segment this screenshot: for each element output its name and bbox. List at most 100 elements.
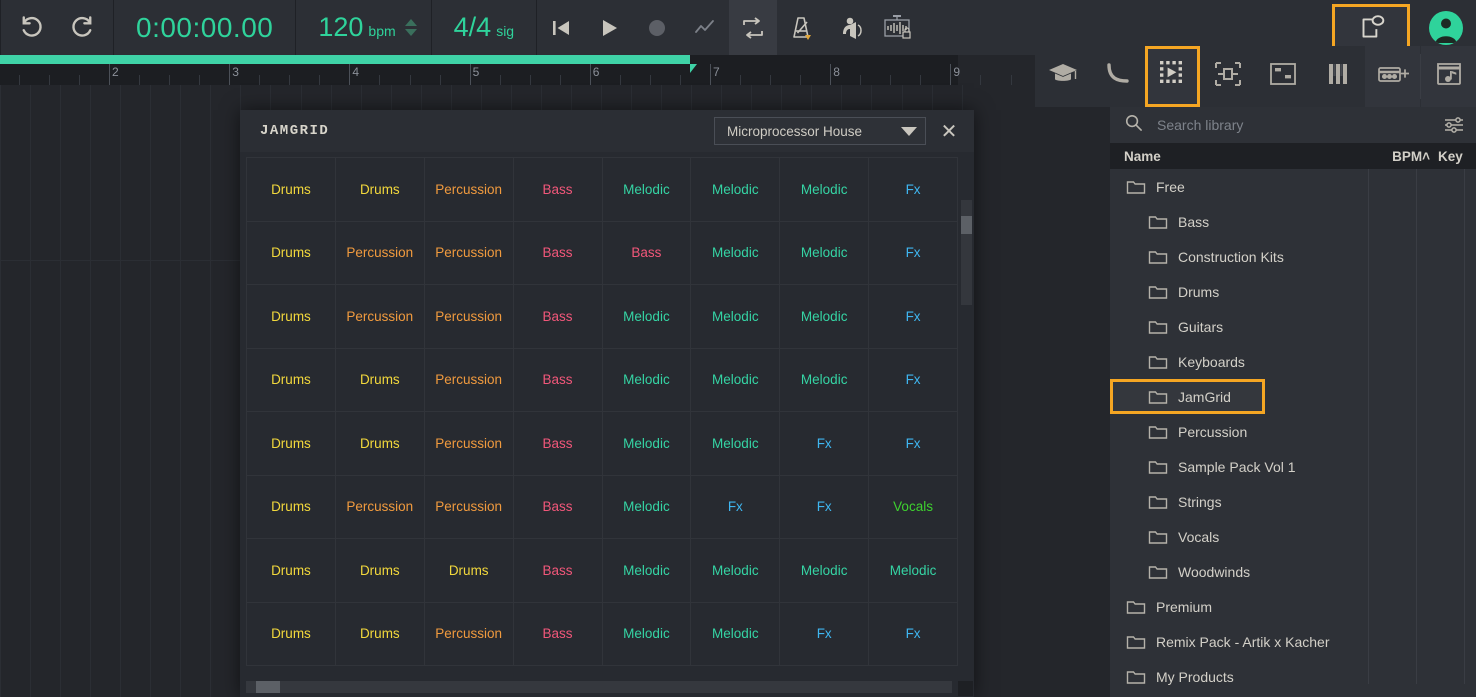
bpm-increase-icon[interactable] (404, 19, 417, 26)
bpm-decrease-icon[interactable] (404, 29, 417, 36)
jamgrid-cell[interactable]: Percussion (424, 221, 514, 285)
library-folder-row[interactable]: Drums (1110, 274, 1476, 309)
record-button[interactable] (633, 0, 681, 55)
library-folder-row[interactable]: Remix Pack - Artik x Kacher (1110, 624, 1476, 659)
bpm-control[interactable]: 120 bpm (296, 12, 430, 43)
sounds-button[interactable] (1421, 46, 1476, 107)
column-header-key[interactable]: Key (1430, 149, 1476, 164)
rewind-to-start-button[interactable] (537, 0, 585, 55)
jamgrid-cell[interactable]: Melodic (779, 538, 870, 603)
bpm-stepper[interactable] (404, 19, 417, 36)
jamgrid-cell[interactable]: Fx (690, 475, 781, 539)
jamgrid-cell[interactable]: Melodic (602, 411, 692, 476)
column-header-name[interactable]: Name (1110, 149, 1372, 164)
play-button[interactable] (585, 0, 633, 55)
library-folder-row[interactable]: Keyboards (1110, 344, 1476, 379)
share-project-button[interactable] (1332, 3, 1410, 52)
jamgrid-cell[interactable]: Drums (246, 538, 336, 603)
jamgrid-cell[interactable]: Bass (602, 221, 692, 285)
jamgrid-cell[interactable]: Drums (335, 411, 425, 476)
time-signature-control[interactable]: 4/4 sig (432, 12, 536, 43)
time-display[interactable]: 0:00:00.00 (114, 12, 295, 44)
jamgrid-cell[interactable]: Drums (246, 602, 336, 666)
snap-button[interactable] (873, 0, 921, 55)
jamgrid-cell[interactable]: Bass (513, 602, 603, 666)
jamgrid-cell[interactable]: Melodic (602, 475, 692, 539)
count-in-button[interactable] (825, 0, 873, 55)
jamgrid-vertical-scroll-thumb[interactable] (961, 216, 972, 234)
library-folder-row[interactable]: Guitars (1110, 309, 1476, 344)
jamgrid-cell[interactable]: Melodic (779, 221, 870, 285)
library-folder-row[interactable]: Strings (1110, 484, 1476, 519)
jamgrid-cell[interactable]: Melodic (690, 602, 781, 666)
jamgrid-cell[interactable]: Drums (246, 348, 336, 412)
library-folder-row[interactable]: Construction Kits (1110, 239, 1476, 274)
library-folder-row[interactable]: Premium (1110, 589, 1476, 624)
jamgrid-cell[interactable]: Melodic (602, 284, 692, 349)
jamgrid-cell[interactable]: Melodic (602, 602, 692, 666)
jamgrid-horizontal-scrollbar[interactable] (246, 681, 952, 693)
jamgrid-cell[interactable]: Melodic (779, 348, 870, 412)
jamgrid-cell[interactable]: Percussion (424, 348, 514, 412)
jamgrid-cell[interactable]: Drums (246, 284, 336, 349)
jamgrid-cell[interactable]: Percussion (424, 157, 514, 222)
jamgrid-cell[interactable]: Fx (868, 284, 958, 349)
jamgrid-cell[interactable]: Bass (513, 475, 603, 539)
jamgrid-cell[interactable]: Fx (868, 157, 958, 222)
jamgrid-cell[interactable]: Bass (513, 348, 603, 412)
jamgrid-button[interactable] (1145, 46, 1200, 107)
curve-tool-button[interactable] (1090, 46, 1145, 107)
automation-button[interactable] (681, 0, 729, 55)
jamgrid-cell[interactable]: Melodic (602, 538, 692, 603)
jamgrid-cell[interactable]: Melodic (602, 157, 692, 222)
jamgrid-cell[interactable]: Bass (513, 157, 603, 222)
keyboard-button[interactable] (1310, 46, 1365, 107)
jamgrid-cell[interactable]: Melodic (868, 538, 958, 603)
jamgrid-cell[interactable]: Percussion (424, 602, 514, 666)
undo-button[interactable] (9, 0, 57, 55)
jamgrid-cell[interactable]: Melodic (690, 538, 781, 603)
jamgrid-cell[interactable]: Fx (779, 602, 870, 666)
jamgrid-resize-handle[interactable] (958, 681, 973, 696)
jamgrid-cell[interactable]: Drums (335, 602, 425, 666)
jamgrid-preset-select[interactable]: Microprocessor House (714, 117, 926, 145)
jamgrid-cell[interactable]: Fx (868, 348, 958, 412)
jamgrid-cell[interactable]: Percussion (424, 411, 514, 476)
metronome-button[interactable] (777, 0, 825, 55)
jamgrid-cell[interactable]: Drums (335, 348, 425, 412)
search-input[interactable]: Search library (1157, 117, 1440, 133)
jamgrid-cell[interactable]: Drums (335, 538, 425, 603)
jamgrid-cell[interactable]: Bass (513, 221, 603, 285)
jamgrid-cell[interactable]: Fx (779, 475, 870, 539)
jamgrid-cell[interactable]: Drums (246, 157, 336, 222)
jamgrid-cell[interactable]: Percussion (335, 475, 425, 539)
library-folder-row[interactable]: Bass (1110, 204, 1476, 239)
jamgrid-cell[interactable]: Melodic (779, 284, 870, 349)
jamgrid-cell[interactable]: Melodic (690, 284, 781, 349)
jamgrid-cell[interactable]: Melodic (690, 348, 781, 412)
jamgrid-cell[interactable]: Percussion (335, 284, 425, 349)
jamgrid-cell[interactable]: Vocals (868, 475, 958, 539)
library-folder-row[interactable]: Free (1110, 169, 1476, 204)
sampler-button[interactable] (1255, 46, 1310, 107)
jamgrid-cell[interactable]: Percussion (424, 475, 514, 539)
jamgrid-close-button[interactable]: ✕ (932, 114, 966, 148)
jamgrid-cell[interactable]: Fx (868, 411, 958, 476)
jamgrid-cell[interactable]: Melodic (779, 157, 870, 222)
library-folder-row[interactable]: Percussion (1110, 414, 1476, 449)
timeline-ruler[interactable]: 2 3 4 5 6 7 8 9 (0, 55, 1042, 85)
library-folder-row[interactable]: Woodwinds (1110, 554, 1476, 589)
jamgrid-cell[interactable]: Melodic (690, 411, 781, 476)
tutorials-button[interactable] (1035, 46, 1090, 107)
library-folder-row[interactable]: Vocals (1110, 519, 1476, 554)
loop-region-bar[interactable] (0, 55, 690, 64)
jamgrid-cell[interactable]: Percussion (335, 221, 425, 285)
loop-button[interactable] (729, 0, 778, 55)
drum-machine-button[interactable] (1365, 46, 1420, 107)
library-folder-row[interactable]: Sample Pack Vol 1 (1110, 449, 1476, 484)
jamgrid-horizontal-scroll-thumb[interactable] (256, 681, 280, 693)
jamgrid-cell[interactable]: Drums (335, 157, 425, 222)
column-header-bpm[interactable]: BPM˄ (1372, 149, 1430, 164)
jamgrid-cell[interactable]: Bass (513, 411, 603, 476)
jamgrid-cell[interactable]: Melodic (602, 348, 692, 412)
